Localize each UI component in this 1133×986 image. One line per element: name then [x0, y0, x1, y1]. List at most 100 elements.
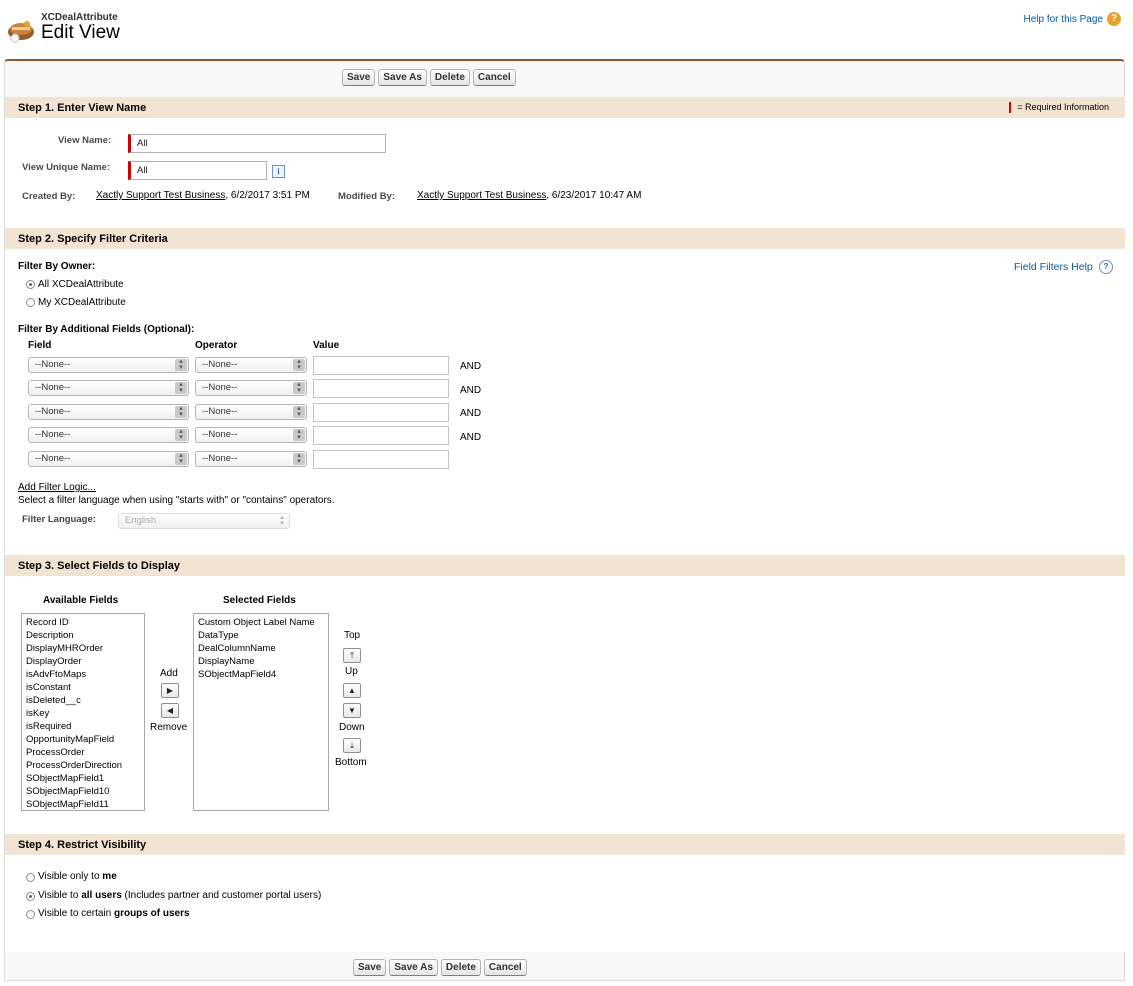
filter-value-input[interactable] — [313, 450, 449, 469]
available-fields-list[interactable]: Record ID Description DisplayMHROrder Di… — [21, 613, 145, 811]
top-label: Top — [344, 630, 361, 641]
filter-operator-value: --None-- — [202, 382, 238, 393]
option-text: Visible to — [38, 890, 82, 901]
help-icon[interactable]: ? — [1107, 12, 1121, 26]
list-item[interactable]: DisplayOrder — [22, 655, 144, 668]
cancel-button[interactable]: Cancel — [483, 959, 527, 976]
filter-field-select[interactable]: --None-- ▴ ▾ — [28, 380, 189, 396]
unique-name-input[interactable]: All — [128, 161, 267, 180]
add-arrow-button[interactable]: ▶ — [161, 683, 179, 698]
bottom-button-row: Save Save As Delete Cancel — [353, 959, 527, 976]
modified-by-user-link[interactable]: Xactly Support Test Business — [417, 190, 546, 201]
select-arrows-icon: ▴ ▾ — [293, 381, 305, 394]
filter-operator-select[interactable]: --None-- ▴ ▾ — [195, 380, 307, 396]
filter-operator-value: --None-- — [202, 359, 238, 370]
view-name-input[interactable]: All — [128, 134, 386, 153]
unique-name-label: View Unique Name: — [22, 162, 110, 173]
list-item[interactable]: ProcessOrderDirection — [22, 759, 144, 772]
list-item[interactable]: SObjectMapField10 — [22, 785, 144, 798]
list-item[interactable]: DealColumnName — [194, 642, 328, 655]
delete-button[interactable]: Delete — [429, 69, 470, 86]
filter-additional-label: Filter By Additional Fields (Optional): — [18, 324, 195, 335]
filter-field-select[interactable]: --None-- ▴ ▾ — [28, 451, 189, 467]
move-up-button[interactable]: ▲ — [343, 683, 361, 698]
filter-value-input[interactable] — [313, 356, 449, 375]
field-filters-help-link[interactable]: Field Filters Help — [1014, 261, 1093, 273]
add-filter-logic-link[interactable]: Add Filter Logic... — [18, 482, 96, 493]
delete-button[interactable]: Delete — [440, 959, 481, 976]
modified-by-label: Modified By: — [338, 191, 395, 202]
field-filters-help-icon[interactable]: ? — [1099, 260, 1113, 274]
filter-field-value: --None-- — [35, 382, 71, 393]
select-arrows-icon: ▴ ▾ — [280, 514, 284, 527]
list-item[interactable]: SObjectMapField11 — [22, 798, 144, 810]
visibility-groups-radio[interactable] — [26, 910, 35, 919]
list-item[interactable]: Custom Object Label Name — [194, 616, 328, 629]
created-by-label: Created By: — [22, 191, 76, 202]
list-item[interactable]: OpportunityMapField — [22, 733, 144, 746]
cancel-button[interactable]: Cancel — [472, 69, 516, 86]
save-button[interactable]: Save — [342, 69, 376, 86]
list-item[interactable]: isAdvFtoMaps — [22, 668, 144, 681]
filter-operator-select[interactable]: --None-- ▴ ▾ — [195, 451, 307, 467]
filter-value-input[interactable] — [313, 403, 449, 422]
filter-language-select[interactable]: English ▴ ▾ — [118, 513, 290, 529]
filter-field-select[interactable]: --None-- ▴ ▾ — [28, 404, 189, 420]
selected-fields-list[interactable]: Custom Object Label Name DataType DealCo… — [193, 613, 329, 811]
object-logo-icon — [6, 16, 36, 44]
col-value-header: Value — [313, 340, 340, 351]
owner-my-radio[interactable] — [26, 298, 35, 307]
option-bold-text: all users — [81, 890, 122, 901]
view-name-label: View Name: — [58, 135, 112, 146]
list-item[interactable]: DataType — [194, 629, 328, 642]
filter-language-note: Select a filter language when using "sta… — [18, 495, 335, 506]
filter-value-input[interactable] — [313, 379, 449, 398]
selected-fields-label: Selected Fields — [223, 595, 296, 606]
owner-all-label: All XCDealAttribute — [38, 279, 124, 290]
help-for-this-page-link[interactable]: Help for this Page — [1024, 14, 1104, 25]
visibility-me-radio[interactable] — [26, 873, 35, 882]
list-item[interactable]: SObjectMapField1 — [22, 772, 144, 785]
list-item[interactable]: isRequired — [22, 720, 144, 733]
list-item[interactable]: DisplayName — [194, 655, 328, 668]
page-title: Edit View — [41, 22, 120, 43]
step3-title: Step 3. Select Fields to Display — [18, 560, 180, 572]
modified-by-value: Xactly Support Test Business, 6/23/2017 … — [417, 190, 641, 201]
modified-by-date: , 6/23/2017 10:47 AM — [546, 190, 642, 201]
filter-operator-select[interactable]: --None-- ▴ ▾ — [195, 427, 307, 443]
created-by-user-link[interactable]: Xactly Support Test Business — [96, 190, 225, 201]
save-button[interactable]: Save — [353, 959, 387, 976]
move-top-button[interactable]: ⤒ — [343, 648, 361, 663]
filter-field-select[interactable]: --None-- ▴ ▾ — [28, 427, 189, 443]
move-down-button[interactable]: ▼ — [343, 703, 361, 718]
list-item[interactable]: SObjectMapField4 — [194, 668, 328, 681]
select-arrows-icon: ▴ ▾ — [293, 405, 305, 418]
list-item[interactable]: isConstant — [22, 681, 144, 694]
top-button-row: Save Save As Delete Cancel — [342, 69, 516, 86]
filter-value-input[interactable] — [313, 426, 449, 445]
filter-operator-select[interactable]: --None-- ▴ ▾ — [195, 357, 307, 373]
save-as-button[interactable]: Save As — [389, 959, 438, 976]
list-item[interactable]: isKey — [22, 707, 144, 720]
list-item[interactable]: Record ID — [22, 616, 144, 629]
save-as-button[interactable]: Save As — [378, 69, 427, 86]
info-icon[interactable]: i — [272, 165, 285, 178]
option-text: Visible only to — [38, 871, 103, 882]
step2-header: Step 2. Specify Filter Criteria — [5, 228, 1125, 249]
step2-body — [5, 249, 1125, 555]
add-label: Add — [160, 668, 178, 679]
created-by-value: Xactly Support Test Business, 6/2/2017 3… — [96, 190, 310, 201]
created-by-date: , 6/2/2017 3:51 PM — [225, 190, 310, 201]
filter-operator-value: --None-- — [202, 453, 238, 464]
list-item[interactable]: isDeleted__c — [22, 694, 144, 707]
list-item[interactable]: DisplayMHROrder — [22, 642, 144, 655]
filter-operator-select[interactable]: --None-- ▴ ▾ — [195, 404, 307, 420]
owner-all-radio[interactable] — [26, 280, 35, 289]
move-bottom-button[interactable]: ⤓ — [343, 738, 361, 753]
available-fields-label: Available Fields — [43, 595, 119, 606]
list-item[interactable]: ProcessOrder — [22, 746, 144, 759]
list-item[interactable]: Description — [22, 629, 144, 642]
visibility-all-users-radio[interactable] — [26, 892, 35, 901]
remove-arrow-button[interactable]: ◀ — [161, 703, 179, 718]
filter-field-select[interactable]: --None-- ▴ ▾ — [28, 357, 189, 373]
